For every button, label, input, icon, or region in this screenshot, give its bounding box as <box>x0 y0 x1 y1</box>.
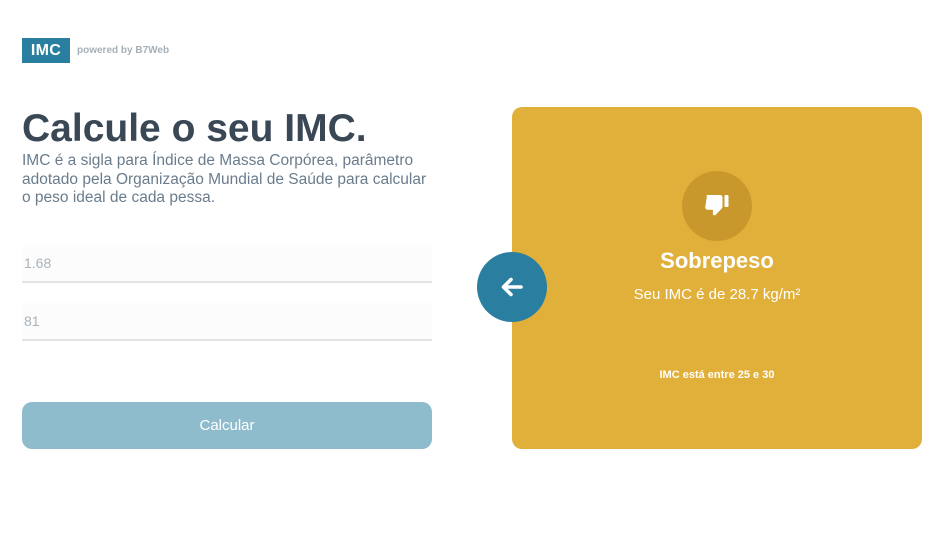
result-title: Sobrepeso <box>660 248 774 273</box>
range-prefix: IMC está entre <box>659 369 738 381</box>
result-panel: Sobrepeso Seu IMC é de 28.7 kg/m² IMC es… <box>512 107 922 449</box>
back-button[interactable] <box>477 252 547 322</box>
imc-logo: IMC <box>22 38 70 63</box>
calculate-button[interactable]: Calcular <box>22 402 432 449</box>
range-mid: e <box>750 369 763 381</box>
arrow-left-icon <box>501 277 523 297</box>
powered-by-text: powered by B7Web <box>77 45 170 56</box>
result-icon-circle <box>682 171 752 241</box>
weight-input[interactable]: 81 <box>22 303 432 341</box>
header: IMC powered by B7Web <box>22 38 169 63</box>
range-max: 30 <box>762 369 775 381</box>
page-description: IMC é a sigla para Índice de Massa Corpó… <box>22 152 427 206</box>
range-min: 25 <box>737 369 750 381</box>
result-range: IMC está entre 25 e 30 <box>512 369 922 381</box>
height-input[interactable]: 1.68 <box>22 245 432 283</box>
intro-section: Calcule o seu IMC. IMC é a sigla para Ín… <box>22 106 432 208</box>
page-title: Calcule o seu IMC. <box>22 107 367 150</box>
imc-calculator-page: IMC powered by B7Web Calcule o seu IMC. … <box>0 0 948 543</box>
thumbs-down-icon <box>705 195 729 216</box>
result-value: Seu IMC é de 28.7 kg/m² <box>633 286 801 303</box>
